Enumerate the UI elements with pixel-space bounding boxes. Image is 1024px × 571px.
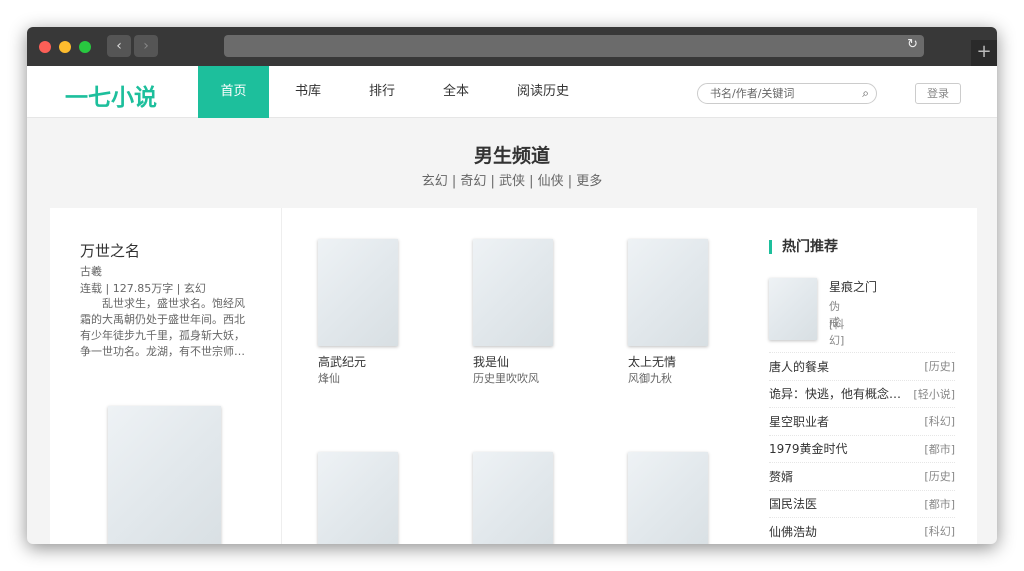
book-title[interactable]: 太上无情 (628, 353, 748, 370)
search-icon[interactable]: ⌕ (862, 84, 869, 103)
book-card[interactable] (473, 452, 593, 544)
book-card[interactable]: 高武纪元 烽仙 (318, 239, 438, 386)
book-cover[interactable] (318, 452, 398, 544)
new-tab-button[interactable]: + (971, 40, 997, 66)
login-button[interactable]: 登录 (915, 83, 961, 104)
hot-item-title[interactable]: 国民法医 (769, 495, 817, 512)
book-cover[interactable] (473, 239, 553, 346)
content-panel: 万世之名 古羲 连载 | 127.85万字 | 玄幻 乱世求生，盛世求名。饱经风… (50, 208, 977, 544)
book-cover[interactable] (628, 239, 708, 346)
forward-button[interactable]: › (134, 35, 158, 57)
hot-title: 热门推荐 (769, 240, 838, 254)
hot-top-title[interactable]: 星痕之门 (829, 278, 877, 295)
site-logo[interactable]: 一七小说 (65, 78, 157, 112)
book-title[interactable]: 我是仙 (473, 353, 593, 370)
hot-item-category: [科幻] (924, 525, 955, 539)
hot-item-title[interactable]: 唐人的餐桌 (769, 358, 829, 375)
book-author: 风御九秋 (628, 372, 672, 385)
book-cover[interactable] (318, 239, 398, 346)
book-card[interactable] (628, 452, 748, 544)
book-cover[interactable] (473, 452, 553, 544)
book-card[interactable]: 太上无情 风御九秋 (628, 239, 748, 386)
hot-item-category: [历史] (924, 470, 955, 484)
hot-list-item[interactable]: 星空职业者 [科幻] (769, 407, 955, 435)
hot-item-title[interactable]: 星空职业者 (769, 413, 829, 430)
nav-complete[interactable]: 全本 (421, 66, 491, 118)
book-card[interactable]: 我是仙 历史里吹吹风 (473, 239, 593, 386)
hot-item-category: [历史] (924, 360, 955, 374)
hot-item-category: [科幻] (924, 415, 955, 429)
featured-cover[interactable] (108, 406, 221, 544)
main-nav: 首页 书库 排行 全本 阅读历史 (198, 66, 595, 118)
hot-list-item[interactable]: 国民法医 [都市] (769, 489, 955, 518)
hot-list-item[interactable]: 仙佛浩劫 [科幻] (769, 517, 955, 544)
address-bar[interactable]: ↻ (224, 35, 924, 57)
hot-item-title[interactable]: 赘婿 (769, 468, 793, 485)
minimize-window-button[interactable] (59, 41, 71, 53)
search-placeholder: 书名/作者/关键词 (710, 87, 795, 100)
hot-item-category: [都市] (924, 442, 955, 456)
site-header: 一七小说 首页 书库 排行 全本 阅读历史 书名/作者/关键词 ⌕ 登录 (27, 66, 997, 118)
hot-list-item[interactable]: 唐人的餐桌 [历史] (769, 352, 955, 380)
book-author: 烽仙 (318, 372, 340, 385)
hot-item-category: [轻小说] (913, 387, 955, 401)
search-input[interactable]: 书名/作者/关键词 ⌕ (697, 83, 877, 104)
book-title[interactable]: 高武纪元 (318, 353, 438, 370)
hot-list-item[interactable]: 诡异：快逃，他有概念… [轻小说] (769, 379, 955, 408)
hot-top-book[interactable]: 星痕之门 伪戒 [科幻] (769, 278, 877, 347)
featured-title[interactable]: 万世之名 (80, 240, 140, 261)
channel-title: 男生频道 (473, 145, 550, 167)
featured-description: 乱世求生，盛世求名。饱经风霜的大禹朝仍处于盛世年间。西北有少年徒步九千里，孤身斩… (80, 297, 245, 358)
close-window-button[interactable] (39, 41, 51, 53)
nav-library[interactable]: 书库 (273, 66, 343, 118)
featured-meta: 连载 | 127.85万字 | 玄幻 (80, 282, 206, 295)
browser-titlebar: ‹ › ↻ + (27, 27, 997, 66)
nav-history[interactable]: 阅读历史 (495, 66, 591, 118)
hot-list: 唐人的餐桌 [历史] 诡异：快逃，他有概念… [轻小说] 星空职业者 [科幻] 197… (769, 352, 955, 544)
book-card[interactable] (318, 452, 438, 544)
hot-item-title[interactable]: 仙佛浩劫 (769, 523, 817, 540)
hot-item-title[interactable]: 1979黄金时代 (769, 440, 848, 457)
hot-top-category: [科幻] (829, 318, 845, 347)
hot-list-item[interactable]: 赘婿 [历史] (769, 462, 955, 490)
featured-book[interactable]: 万世之名 古羲 连载 | 127.85万字 | 玄幻 乱世求生，盛世求名。饱经风… (50, 208, 282, 544)
channel-categories[interactable]: 玄幻 | 奇幻 | 武侠 | 仙侠 | 更多 (27, 170, 997, 189)
maximize-window-button[interactable] (79, 41, 91, 53)
nav-home[interactable]: 首页 (198, 66, 269, 118)
book-cover[interactable] (628, 452, 708, 544)
reload-icon[interactable]: ↻ (907, 37, 918, 52)
back-button[interactable]: ‹ (107, 35, 131, 57)
browser-window: ‹ › ↻ + 一七小说 首页 书库 排行 全本 阅读历史 书名/作者/关键词 ⌕… (27, 27, 997, 544)
hot-item-title[interactable]: 诡异：快逃，他有概念… (769, 385, 901, 402)
book-author: 历史里吹吹风 (473, 372, 539, 385)
nav-ranking[interactable]: 排行 (347, 66, 417, 118)
featured-author: 古羲 (80, 265, 102, 278)
hot-list-item[interactable]: 1979黄金时代 [都市] (769, 434, 955, 463)
hot-top-cover[interactable] (769, 278, 817, 340)
hot-item-category: [都市] (924, 497, 955, 511)
